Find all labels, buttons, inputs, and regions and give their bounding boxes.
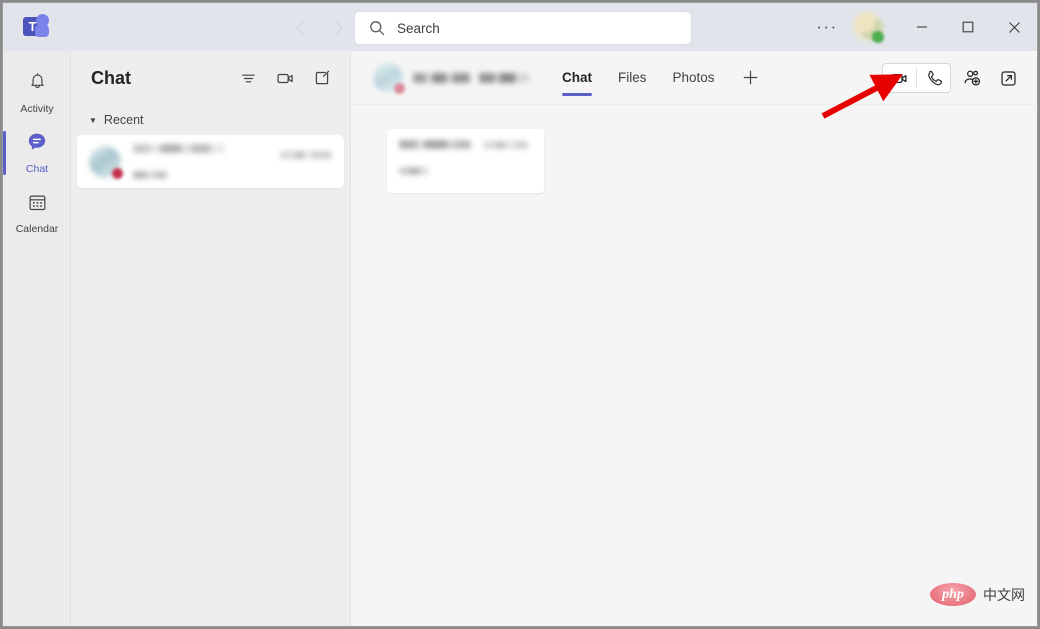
teams-window: T Search ··· Activity Chat Calendar Chat… — [2, 2, 1038, 627]
conversation-title-secondary — [479, 72, 529, 83]
maximize-icon[interactable] — [945, 3, 991, 51]
conversation-tabs: Chat Files Photos — [551, 51, 766, 105]
watermark-text: 中文网 — [983, 586, 1025, 603]
sidebar-item-chat[interactable]: Chat — [3, 123, 71, 183]
tab-photos[interactable]: Photos — [662, 51, 726, 105]
message-sender — [399, 140, 471, 149]
sidebar-item-activity[interactable]: Activity — [3, 63, 71, 123]
video-call-button[interactable] — [883, 64, 916, 92]
message-list — [351, 105, 1037, 193]
navigation-arrows — [288, 15, 350, 39]
teams-logo-person-body — [35, 23, 49, 37]
pop-out-icon[interactable] — [993, 63, 1023, 93]
message-bubble[interactable] — [387, 129, 544, 193]
chat-panel-header: Chat — [71, 51, 350, 105]
sidebar-item-calendar[interactable]: Calendar — [3, 183, 71, 243]
recent-section-header[interactable]: ▼ Recent — [71, 105, 350, 135]
search-icon — [369, 20, 385, 36]
search-input[interactable]: Search — [397, 21, 440, 36]
audio-call-button[interactable] — [917, 64, 950, 92]
ellipsis-icon[interactable]: ··· — [811, 11, 843, 43]
close-icon[interactable] — [991, 3, 1037, 51]
contact-avatar[interactable] — [373, 62, 405, 94]
watermark: php 中文网 — [930, 583, 1025, 606]
chat-list-panel: Chat ▼ Recent — [71, 51, 351, 626]
call-button-group — [882, 63, 951, 93]
message-timestamp — [483, 140, 528, 149]
app-rail: Activity Chat Calendar — [3, 51, 71, 626]
chevron-down-icon: ▼ — [89, 115, 97, 125]
tab-chat[interactable]: Chat — [551, 51, 603, 105]
plus-icon[interactable] — [736, 63, 766, 93]
list-item-text — [133, 140, 280, 184]
chat-panel-actions — [234, 64, 336, 92]
back-button[interactable] — [288, 15, 312, 39]
calendar-icon — [27, 192, 48, 218]
sidebar-item-label: Calendar — [15, 222, 59, 235]
teams-logo-icon: T — [23, 14, 49, 40]
filter-icon[interactable] — [234, 64, 262, 92]
sidebar-item-label: Activity — [20, 102, 54, 115]
tab-label: Files — [618, 70, 647, 85]
add-person-icon[interactable] — [957, 63, 987, 93]
compose-icon[interactable] — [308, 64, 336, 92]
video-call-icon[interactable] — [271, 64, 299, 92]
forward-button[interactable] — [326, 15, 350, 39]
avatar[interactable] — [853, 12, 884, 43]
bell-icon — [27, 72, 48, 98]
chat-bubble-icon — [26, 131, 48, 158]
message-text — [399, 162, 532, 180]
contact-avatar — [89, 145, 123, 179]
conversation-title-primary — [413, 72, 470, 83]
list-item-preview — [133, 166, 280, 184]
message-meta — [399, 140, 532, 149]
conversation-header: Chat Files Photos — [351, 51, 1037, 105]
sidebar-item-label: Chat — [25, 163, 49, 175]
conversation-pane: Chat Files Photos — [351, 51, 1037, 626]
watermark-badge: php — [930, 583, 976, 606]
list-item-name — [133, 140, 280, 158]
list-item-timestamp — [280, 146, 332, 164]
tab-files[interactable]: Files — [607, 51, 658, 105]
status-badge — [872, 31, 884, 43]
tab-label: Photos — [672, 70, 715, 85]
conversation-title — [413, 72, 529, 83]
conversation-actions — [882, 63, 1023, 93]
list-item[interactable] — [77, 135, 344, 188]
minimize-icon[interactable] — [899, 3, 945, 51]
title-bar: T Search ··· — [3, 3, 1037, 51]
tab-label: Chat — [562, 70, 592, 85]
status-badge — [394, 82, 405, 94]
page-title: Chat — [91, 67, 131, 88]
window-controls-group: ··· — [811, 3, 1037, 51]
status-badge — [112, 167, 123, 179]
search-bar[interactable]: Search — [355, 12, 691, 44]
recent-label: Recent — [103, 113, 144, 127]
